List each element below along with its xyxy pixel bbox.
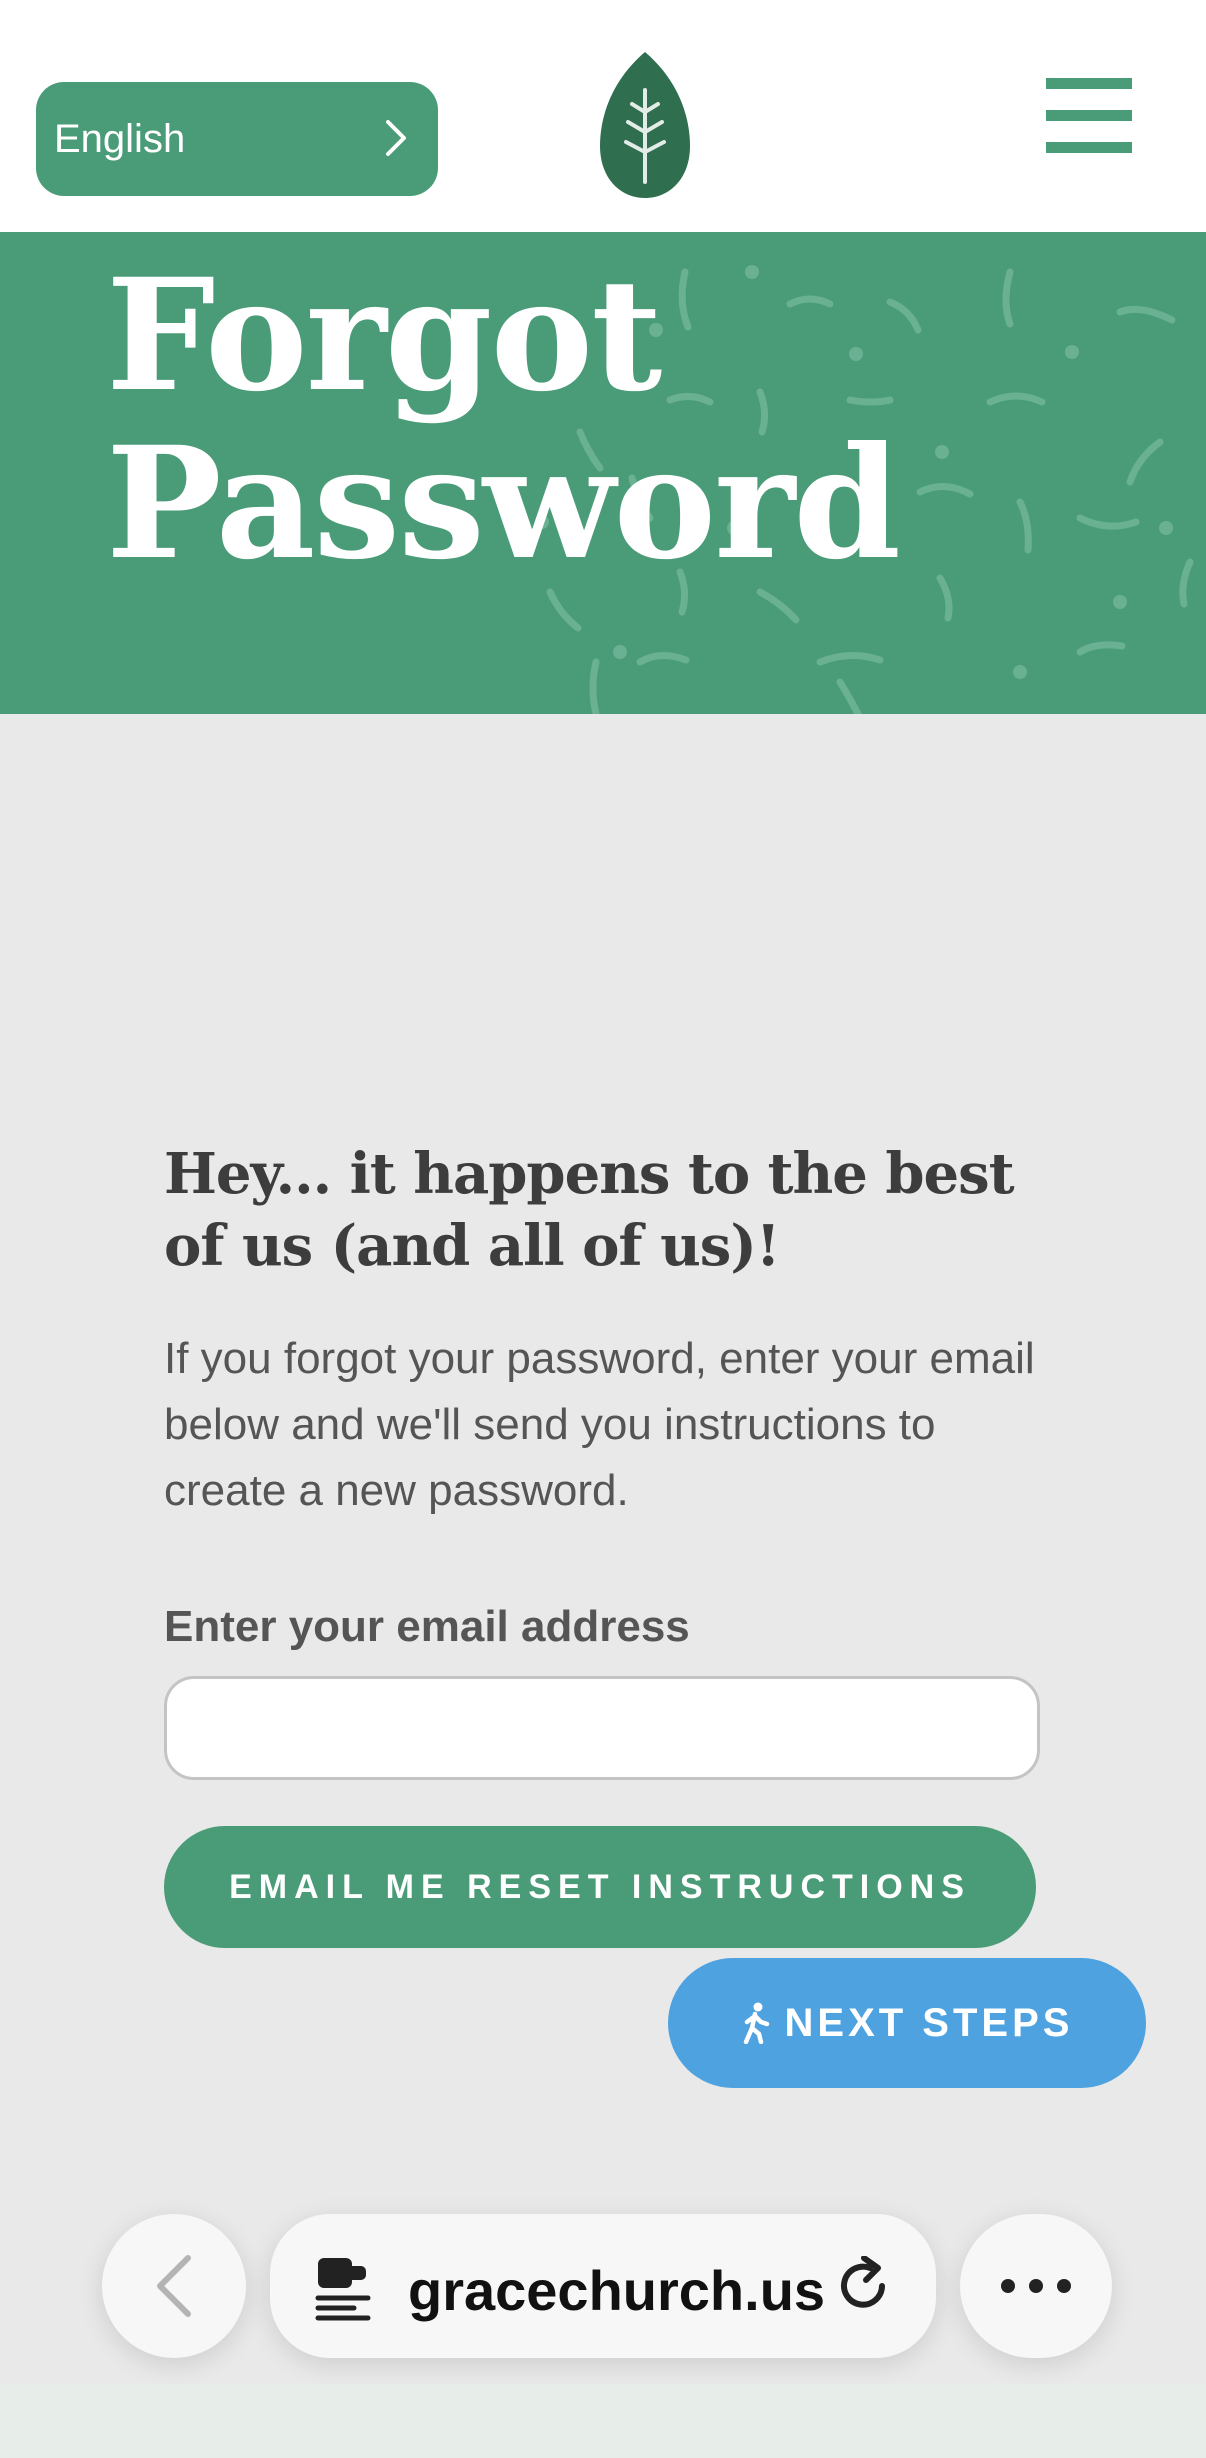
email-label: Enter your email address: [164, 1602, 690, 1651]
address-bar[interactable]: gracechurch.us: [270, 2214, 936, 2358]
more-options-button[interactable]: [960, 2214, 1112, 2358]
site-header: English: [0, 0, 1206, 232]
next-steps-button[interactable]: NEXT STEPS: [668, 1958, 1146, 2088]
back-button[interactable]: [102, 2214, 246, 2358]
leaf-logo[interactable]: [596, 50, 694, 200]
form-description: If you forgot your password, enter your …: [164, 1334, 1035, 1515]
reload-icon[interactable]: [836, 2256, 894, 2318]
back-arrow-icon: [157, 2255, 191, 2317]
hero-banner: Forgot Password: [0, 232, 1206, 714]
page-title-line-1: Forgot: [106, 245, 662, 426]
walking-person-icon: [743, 2002, 769, 2044]
chevron-right-icon: [386, 120, 406, 156]
email-input[interactable]: [164, 1676, 1040, 1780]
email-reset-instructions-button[interactable]: EMAIL ME RESET INSTRUCTIONS: [164, 1826, 1036, 1948]
language-selector[interactable]: English: [36, 82, 438, 196]
browser-toolbar: gracechurch.us: [0, 2200, 1206, 2400]
page-settings-icon: [315, 2258, 371, 2321]
language-label: English: [54, 116, 186, 161]
form-heading: Hey... it happens to the best of us (and…: [164, 1141, 1015, 1279]
page-title-line-2: Password: [106, 413, 901, 594]
hamburger-menu-icon[interactable]: [1046, 78, 1132, 174]
footer-edge: [0, 2384, 1206, 2458]
page-title: Forgot Password: [106, 245, 901, 594]
more-dots-icon: [1001, 2279, 1071, 2293]
url-text: gracechurch.us: [408, 2259, 826, 2322]
email-reset-instructions-label: EMAIL ME RESET INSTRUCTIONS: [229, 1867, 971, 1906]
next-steps-label: NEXT STEPS: [784, 2000, 1074, 2045]
reset-form: Hey... it happens to the best of us (and…: [164, 1138, 1044, 1948]
